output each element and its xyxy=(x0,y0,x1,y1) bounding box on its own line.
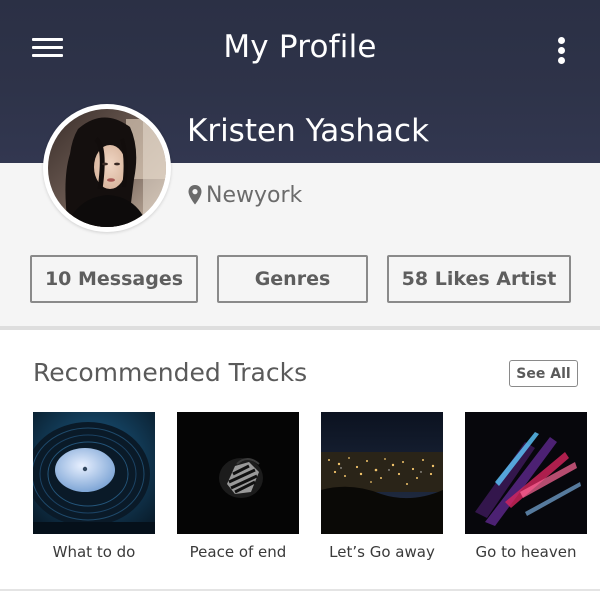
track-card[interactable]: What to do xyxy=(33,412,155,562)
page-title: My Profile xyxy=(223,29,377,65)
track-cover-vinyl xyxy=(33,412,155,534)
location: Newyork xyxy=(188,180,302,210)
likes-artist-button[interactable]: 58 Likes Artist xyxy=(387,255,571,303)
track-cover-city-night xyxy=(321,412,443,534)
user-name: Kristen Yashack xyxy=(187,113,430,149)
track-card[interactable]: Peace of end xyxy=(177,412,299,562)
map-pin-icon xyxy=(188,185,202,205)
track-cover-dark-figure xyxy=(177,412,299,534)
recommended-tracks-heading: Recommended Tracks xyxy=(33,358,308,387)
messages-button[interactable]: 10 Messages xyxy=(30,255,198,303)
track-card[interactable]: Let’s Go away xyxy=(321,412,443,562)
bottom-divider xyxy=(0,589,600,591)
avatar-photo xyxy=(48,109,166,227)
track-cover-abstract-light xyxy=(465,412,587,534)
track-card[interactable]: Go to heaven xyxy=(465,412,587,562)
more-vertical-icon[interactable] xyxy=(552,35,572,67)
track-title: What to do xyxy=(52,543,136,561)
track-title: Let’s Go away xyxy=(329,543,435,561)
section-divider xyxy=(0,326,600,330)
avatar[interactable] xyxy=(43,104,171,232)
profile-screen: My Profile Kristen Yashack Newyork 10 Me… xyxy=(0,0,600,600)
genres-button[interactable]: Genres xyxy=(217,255,368,303)
see-all-button[interactable]: See All xyxy=(509,360,578,387)
location-label: Newyork xyxy=(206,182,303,208)
track-title: Peace of end xyxy=(189,543,287,561)
track-title: Go to heaven xyxy=(475,543,577,561)
